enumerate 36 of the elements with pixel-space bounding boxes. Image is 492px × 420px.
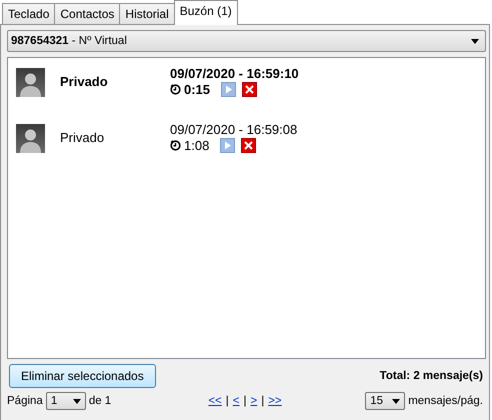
dropdown-arrow-icon — [72, 398, 81, 404]
delete-icon[interactable] — [241, 138, 256, 153]
page-link[interactable]: < — [232, 395, 240, 407]
caller-name: Privado — [60, 129, 106, 147]
page-link[interactable]: << — [208, 395, 222, 407]
tab[interactable]: Teclado — [2, 3, 56, 24]
page-count: de 1 — [88, 395, 112, 407]
per-page-select[interactable]: 15 — [365, 392, 406, 410]
tab[interactable]: Historial — [119, 3, 175, 24]
dropdown-arrow-icon — [471, 38, 479, 44]
per-page-label: mensajes/pág. — [408, 395, 483, 407]
page-select[interactable]: 1 — [46, 392, 86, 410]
avatar-icon — [16, 68, 45, 97]
message-duration: 0:15 — [184, 81, 210, 98]
avatar-icon — [16, 124, 45, 153]
message-datetime: 09/07/2020 - 16:59:10 — [170, 66, 299, 81]
message-datetime: 09/07/2020 - 16:59:08 — [170, 122, 298, 137]
clock-icon — [170, 84, 181, 95]
tab[interactable]: Contactos — [54, 3, 120, 24]
total-count: Total: 2 mensaje(s) — [380, 370, 483, 382]
play-icon[interactable] — [221, 82, 236, 97]
separator: | — [226, 395, 229, 407]
page-link[interactable]: >> — [268, 395, 282, 407]
delete-icon[interactable] — [242, 82, 258, 97]
tab[interactable]: Buzón (1) — [174, 0, 238, 25]
message-duration: 1:08 — [184, 137, 210, 154]
line-select[interactable]: 987654321 - Nº Virtual — [7, 30, 486, 52]
delete-selected-button[interactable]: Eliminar seleccionados — [9, 364, 156, 388]
dropdown-arrow-icon — [392, 398, 400, 404]
clock-icon — [170, 140, 181, 151]
separator: | — [244, 395, 246, 407]
page-label: Página — [7, 395, 43, 407]
separator: | — [261, 395, 264, 407]
page-link[interactable]: > — [250, 395, 258, 407]
play-icon[interactable] — [220, 138, 236, 153]
caller-name: Privado — [60, 73, 109, 91]
